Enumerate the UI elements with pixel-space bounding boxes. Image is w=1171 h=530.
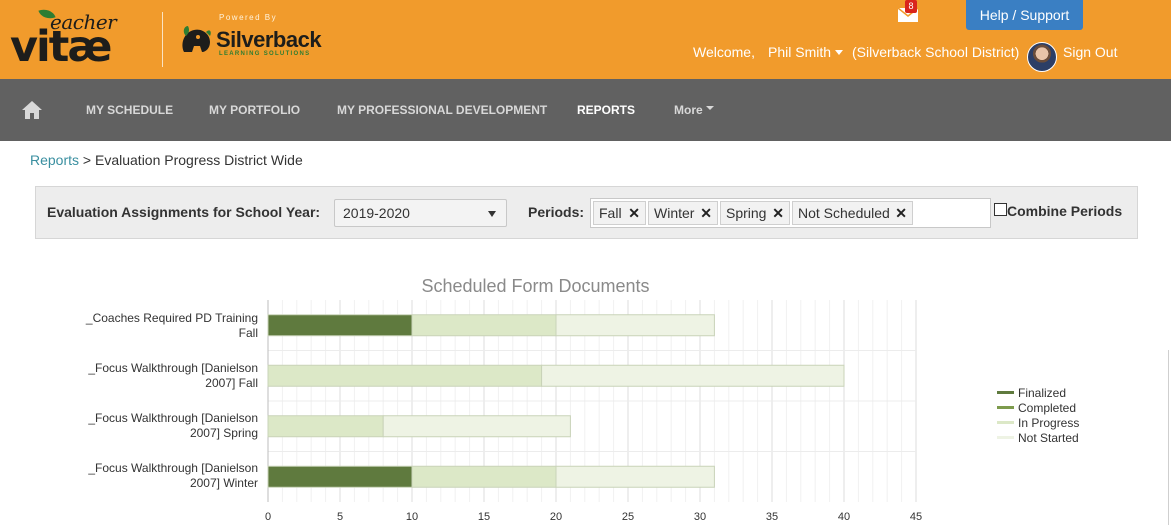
bar-segment (267, 364, 543, 387)
x-tick-label: 15 (477, 511, 491, 523)
bar-segment (267, 415, 384, 438)
stacked-bar-chart (267, 300, 917, 502)
legend-swatch (997, 436, 1014, 439)
x-tick-label: 35 (765, 511, 779, 523)
divider (1168, 350, 1169, 525)
bar-segment (541, 364, 845, 387)
legend-item[interactable]: Completed (997, 401, 1079, 416)
x-tick-label: 45 (909, 511, 923, 523)
x-tick-label: 0 (264, 511, 272, 523)
bar-segment (555, 465, 715, 488)
bar-segment (555, 314, 715, 337)
bar-segment (267, 465, 413, 488)
x-tick-label: 20 (549, 511, 563, 523)
bar-segment (411, 314, 557, 337)
legend-swatch (997, 406, 1014, 409)
x-tick-label: 5 (336, 511, 344, 523)
x-tick-label: 25 (621, 511, 635, 523)
legend-swatch (997, 391, 1014, 394)
x-tick-label: 40 (837, 511, 851, 523)
x-tick-label: 10 (405, 511, 419, 523)
legend-item[interactable]: Not Started (997, 431, 1079, 446)
x-tick-label: 30 (693, 511, 707, 523)
bar-segment (382, 415, 571, 438)
legend-swatch (997, 421, 1014, 424)
chart-legend: Finalized Completed In Progress Not Star… (997, 386, 1079, 446)
bar-segment (411, 465, 557, 488)
legend-item[interactable]: In Progress (997, 416, 1079, 431)
bar-segment (267, 314, 413, 337)
legend-item[interactable]: Finalized (997, 386, 1079, 401)
